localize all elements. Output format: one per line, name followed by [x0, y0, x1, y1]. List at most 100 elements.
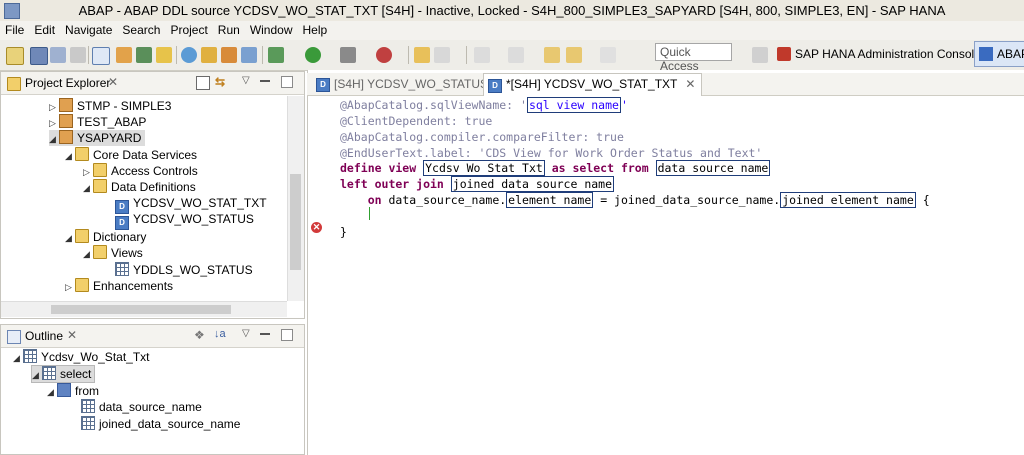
- outline-item-select[interactable]: ◢ select: [31, 365, 96, 383]
- tree-item-views[interactable]: ◢ Views: [83, 245, 143, 261]
- collapse-all-icon[interactable]: [196, 76, 210, 90]
- collapse-arrow-icon[interactable]: ◢: [83, 180, 93, 196]
- menu-search[interactable]: Search: [117, 21, 165, 37]
- outline-tab[interactable]: Outline: [25, 329, 63, 343]
- outline-item-joined-data-source[interactable]: joined_data_source_name: [81, 416, 240, 432]
- tree-item-enhancements[interactable]: ▷ Enhancements: [65, 278, 173, 294]
- menu-file[interactable]: File: [0, 21, 29, 37]
- error-marker-icon[interactable]: ✕: [311, 222, 322, 233]
- debug-icon[interactable]: [268, 47, 284, 63]
- back-icon[interactable]: [566, 47, 582, 63]
- tree-item-access-controls[interactable]: ▷ Access Controls: [83, 163, 198, 179]
- minimize-icon[interactable]: [260, 333, 270, 335]
- table-icon: [81, 416, 95, 430]
- code-line[interactable]: @AbapCatalog.sqlViewName: ' sql view name…: [340, 97, 628, 113]
- open-object-icon[interactable]: [116, 47, 132, 63]
- menu-edit[interactable]: Edit: [29, 21, 60, 37]
- view-menu-icon[interactable]: ▽: [242, 75, 250, 86]
- link-with-editor-icon[interactable]: ⇆: [215, 75, 225, 89]
- menu-project[interactable]: Project: [165, 21, 212, 37]
- tree-item-dictionary[interactable]: ◢ Dictionary: [65, 229, 146, 245]
- perspective-sap-hana-admin[interactable]: SAP HANA Administration Console: [777, 43, 981, 65]
- prev-annotation-icon[interactable]: [508, 47, 524, 63]
- project-explorer-tab[interactable]: Project Explorer: [25, 76, 110, 90]
- filter-icon[interactable]: ❖: [194, 328, 205, 342]
- check-icon[interactable]: [181, 47, 197, 63]
- tree-item-test-abap[interactable]: ▷ TEST_ABAP: [49, 114, 146, 130]
- code-line[interactable]: @AbapCatalog.compiler.compareFilter: tru…: [340, 129, 624, 145]
- menu-window[interactable]: Window: [245, 21, 298, 37]
- sort-icon[interactable]: ↓a: [214, 328, 226, 340]
- run-abap-icon[interactable]: [136, 47, 152, 63]
- restore-icon[interactable]: [281, 329, 293, 341]
- expand-arrow-icon[interactable]: ▷: [49, 115, 59, 131]
- collapse-arrow-icon[interactable]: ◢: [83, 246, 93, 262]
- tree-item-ycdsv-wo-stat-txt[interactable]: D YCDSV_WO_STAT_TXT: [115, 195, 267, 214]
- close-tab-icon[interactable]: ✕: [685, 77, 695, 91]
- ddl-source-icon: D: [488, 79, 502, 93]
- new-icon[interactable]: [6, 47, 24, 65]
- run-icon[interactable]: [305, 47, 321, 63]
- tree-item-stmp[interactable]: ▷ STMP - SIMPLE3: [49, 98, 171, 114]
- save-all-icon[interactable]: [50, 47, 66, 63]
- code-line[interactable]: @EndUserText.label: 'CDS View for Work O…: [340, 145, 762, 161]
- close-icon[interactable]: ✕: [108, 75, 118, 89]
- external-tools-icon[interactable]: [340, 47, 356, 63]
- code-token: @ClientDependent: true: [340, 114, 493, 128]
- link-editor-icon[interactable]: [92, 47, 110, 65]
- tree-label: select: [60, 367, 92, 381]
- outline-item-from[interactable]: ◢ from: [47, 383, 99, 399]
- code-line[interactable]: left outer join joined data source name: [340, 176, 615, 192]
- save-icon[interactable]: [30, 47, 48, 65]
- close-icon[interactable]: ✕: [67, 328, 77, 342]
- editor-tab-ycdsv-wo-status[interactable]: D [S4H] YCDSV_WO_STATUS: [312, 74, 494, 94]
- outline-item-view[interactable]: ◢ Ycdsv_Wo_Stat_Txt: [13, 349, 150, 365]
- project-explorer-hscroll[interactable]: [1, 301, 287, 317]
- collapse-arrow-icon[interactable]: ◢: [47, 384, 57, 400]
- code-line[interactable]: on data_source_name. element name = joine…: [340, 192, 930, 208]
- collapse-arrow-icon[interactable]: ◢: [49, 131, 59, 147]
- maximize-icon[interactable]: [281, 76, 293, 88]
- view-menu-icon[interactable]: ▽: [242, 328, 250, 339]
- expand-arrow-icon[interactable]: ▷: [49, 99, 59, 115]
- abap-project-icon: [59, 130, 73, 144]
- transport-icon[interactable]: [241, 47, 257, 63]
- hscroll-thumb[interactable]: [51, 305, 231, 314]
- collapse-arrow-icon[interactable]: ◢: [13, 350, 23, 366]
- code-line[interactable]: }: [340, 224, 347, 240]
- last-edit-icon[interactable]: [544, 47, 560, 63]
- collapse-arrow-icon[interactable]: ◢: [65, 230, 75, 246]
- pen-icon[interactable]: [434, 47, 450, 63]
- forward-icon[interactable]: [600, 47, 616, 63]
- open-type-icon[interactable]: [414, 47, 430, 63]
- expand-arrow-icon[interactable]: ▷: [83, 164, 93, 180]
- editor-tab-ycdsv-wo-stat-txt[interactable]: D *[S4H] YCDSV_WO_STAT_TXT ✕: [483, 73, 703, 96]
- activate-all-icon[interactable]: [221, 47, 237, 63]
- menu-help[interactable]: Help: [298, 21, 333, 37]
- expand-arrow-icon[interactable]: ▷: [65, 279, 75, 295]
- code-line[interactable]: @ClientDependent: true: [340, 113, 492, 129]
- code-line[interactable]: define view Ycdsv Wo Stat Txt as select …: [340, 160, 771, 176]
- tree-label: data_source_name: [99, 400, 202, 414]
- print-icon[interactable]: [70, 47, 86, 63]
- project-explorer-vscroll[interactable]: [287, 96, 304, 301]
- new-abap-icon[interactable]: [156, 47, 172, 63]
- outline-item-data-source[interactable]: data_source_name: [81, 399, 202, 415]
- coverage-icon[interactable]: [376, 47, 392, 63]
- open-perspective-icon[interactable]: [752, 47, 768, 63]
- next-annotation-icon[interactable]: [474, 47, 490, 63]
- menu-run[interactable]: Run: [213, 21, 245, 37]
- activate-icon[interactable]: [201, 47, 217, 63]
- tree-item-ycdsv-wo-status[interactable]: D YCDSV_WO_STATUS: [115, 211, 254, 230]
- tree-item-ysapyard[interactable]: ◢ YSAPYARD: [49, 130, 146, 147]
- minimize-icon[interactable]: [260, 80, 270, 82]
- tree-item-core-data-services[interactable]: ◢ Core Data Services: [65, 147, 197, 163]
- tree-item-yddls-wo-status[interactable]: YDDLS_WO_STATUS: [115, 262, 253, 278]
- collapse-arrow-icon[interactable]: ◢: [32, 367, 42, 383]
- collapse-arrow-icon[interactable]: ◢: [65, 148, 75, 164]
- quick-access-input[interactable]: Quick Access: [655, 43, 732, 73]
- menu-navigate[interactable]: Navigate: [60, 21, 117, 37]
- vscroll-thumb[interactable]: [290, 174, 301, 270]
- tree-item-data-definitions[interactable]: ◢ Data Definitions: [83, 179, 196, 195]
- perspective-abap[interactable]: ABAP: [974, 41, 1024, 67]
